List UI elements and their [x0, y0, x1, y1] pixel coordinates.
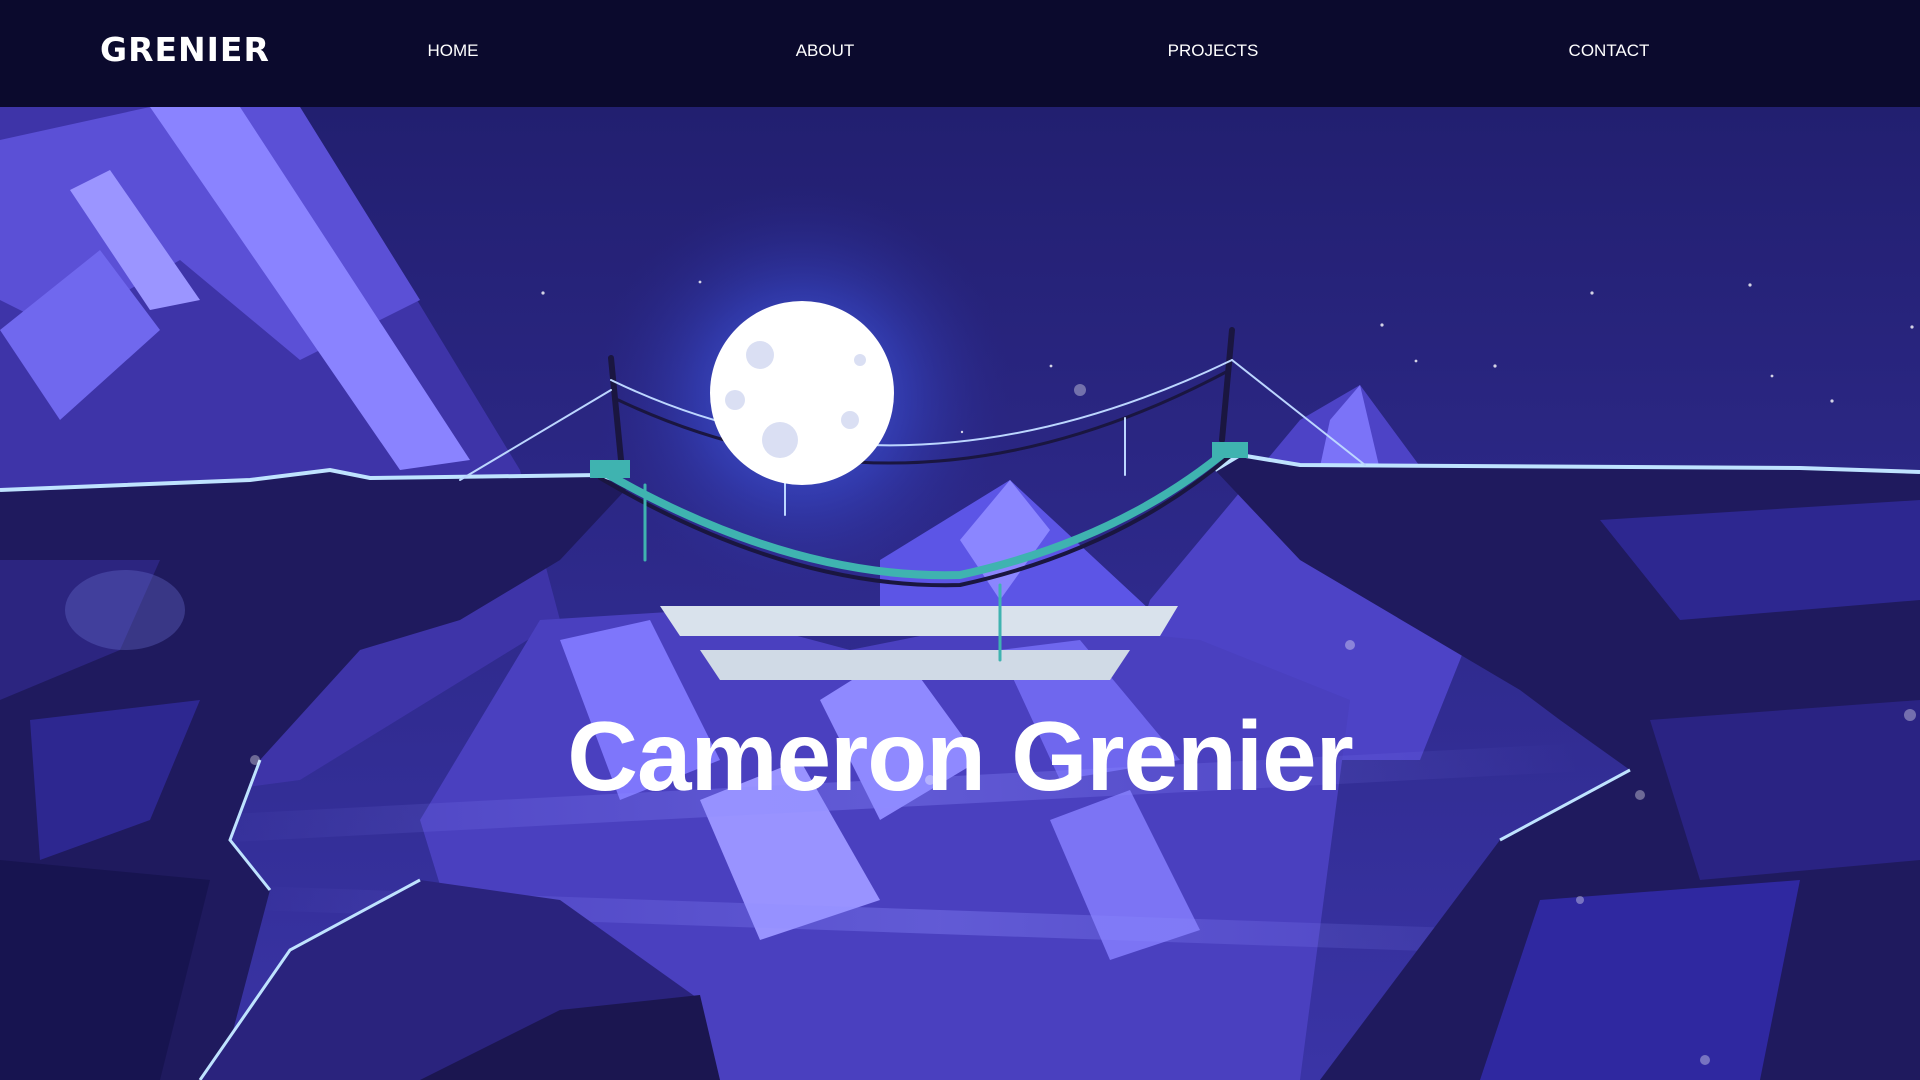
nav-link-about[interactable]: ABOUT: [796, 40, 855, 62]
hero-section: Cameron Grenier: [0, 107, 1920, 1080]
nav-link-home[interactable]: HOME: [428, 40, 479, 62]
nav-link-contact[interactable]: CONTACT: [1569, 40, 1650, 62]
hero-illustration: [0, 107, 1920, 1080]
hero-title: Cameron Grenier: [567, 700, 1354, 811]
nav-link-projects[interactable]: PROJECTS: [1168, 40, 1259, 62]
top-navigation: GRENIER HOME ABOUT PROJECTS CONTACT: [0, 0, 1920, 107]
plateau-band: [660, 606, 1178, 636]
site-logo[interactable]: GRENIER: [100, 30, 270, 70]
